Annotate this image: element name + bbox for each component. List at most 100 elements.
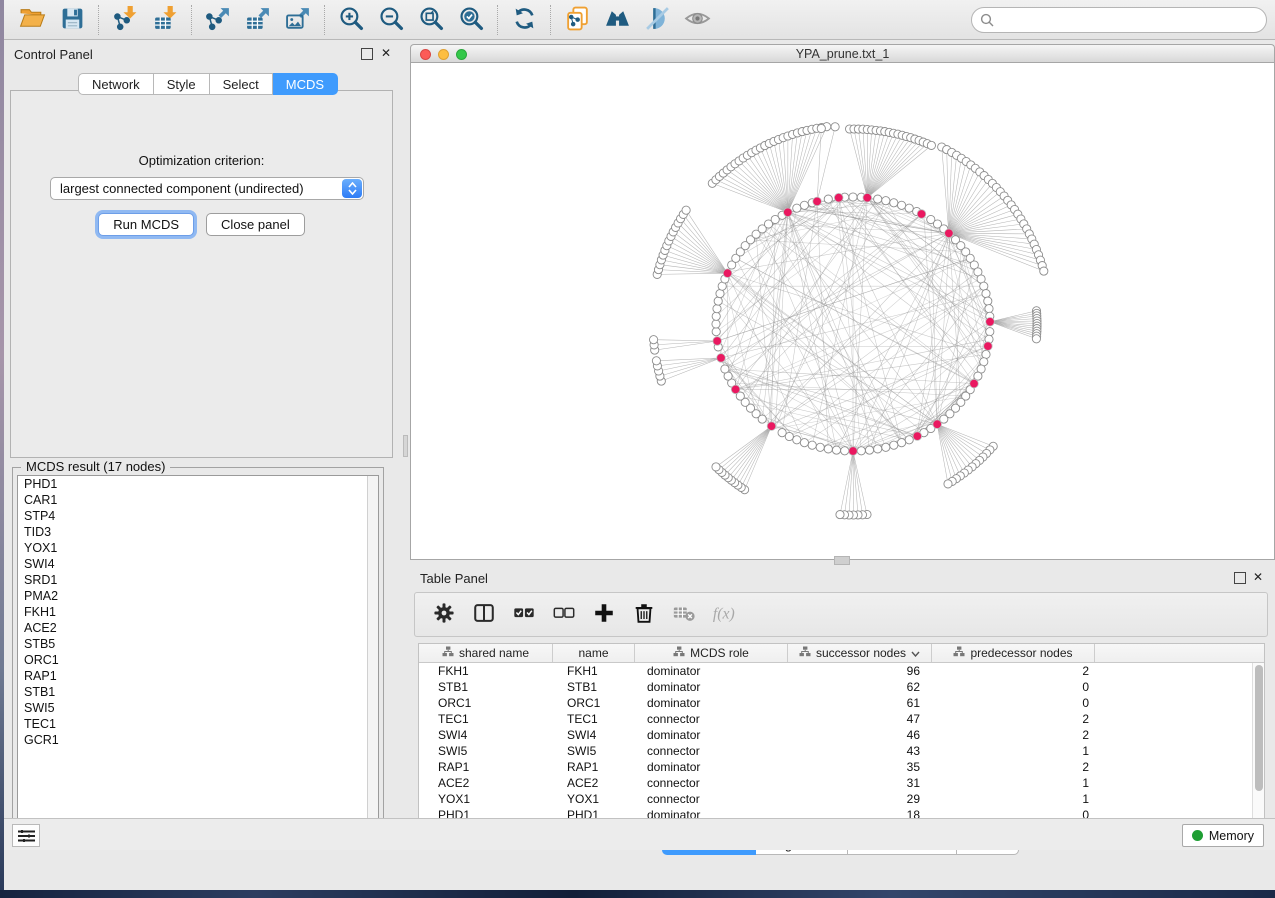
table-scrollbar-thumb[interactable]: [1255, 665, 1263, 791]
table-row[interactable]: RAP1RAP1dominator352: [419, 759, 1264, 775]
cell-name[interactable]: RAP1: [553, 759, 635, 775]
zoom-fit-button[interactable]: [411, 3, 451, 37]
cell-mcds-role[interactable]: connector: [635, 775, 788, 791]
select-all-button[interactable]: [509, 599, 539, 631]
cell-shared-name[interactable]: SWI5: [419, 743, 553, 759]
table-row[interactable]: ORC1ORC1dominator610: [419, 695, 1264, 711]
cell-name[interactable]: ORC1: [553, 695, 635, 711]
clone-network-button[interactable]: [557, 3, 597, 37]
mcds-result-item[interactable]: ACE2: [18, 620, 378, 636]
mcds-result-item[interactable]: STP4: [18, 508, 378, 524]
table-panel-float-button[interactable]: [1234, 572, 1246, 584]
panel-split-handle[interactable]: [403, 435, 408, 457]
cell-mcds-role[interactable]: connector: [635, 791, 788, 807]
cell-successor-nodes[interactable]: 96: [788, 663, 932, 679]
table-row[interactable]: STB1STB1dominator620: [419, 679, 1264, 695]
memory-button[interactable]: Memory: [1182, 824, 1264, 847]
run-mcds-button[interactable]: Run MCDS: [98, 213, 194, 236]
cell-successor-nodes[interactable]: 29: [788, 791, 932, 807]
mcds-result-item[interactable]: STB1: [18, 684, 378, 700]
delete-column-button[interactable]: [629, 599, 659, 631]
mcds-result-item[interactable]: SWI5: [18, 700, 378, 716]
optimization-criterion-select[interactable]: largest connected component (undirected): [50, 177, 364, 200]
mcds-result-item[interactable]: TEC1: [18, 716, 378, 732]
mcds-result-item[interactable]: RAP1: [18, 668, 378, 684]
cell-predecessor-nodes[interactable]: 1: [932, 791, 1095, 807]
export-image-button[interactable]: [278, 3, 318, 37]
tab-network[interactable]: Network: [78, 73, 154, 95]
cell-shared-name[interactable]: ACE2: [419, 775, 553, 791]
mcds-result-item[interactable]: SRD1: [18, 572, 378, 588]
table-row[interactable]: TEC1TEC1connector472: [419, 711, 1264, 727]
control-panel-close-button[interactable]: ✕: [380, 48, 392, 60]
mcds-result-item[interactable]: FKH1: [18, 604, 378, 620]
cell-shared-name[interactable]: SWI4: [419, 727, 553, 743]
cell-predecessor-nodes[interactable]: 2: [932, 759, 1095, 775]
cell-shared-name[interactable]: FKH1: [419, 663, 553, 679]
cell-name[interactable]: SWI5: [553, 743, 635, 759]
apply-layout-button[interactable]: [504, 3, 544, 37]
column-header-mcds-role[interactable]: MCDS role: [635, 644, 788, 662]
mcds-result-list[interactable]: PHD1CAR1STP4TID3YOX1SWI4SRD1PMA2FKH1ACE2…: [17, 475, 379, 833]
tab-style[interactable]: Style: [154, 73, 210, 95]
mcds-result-item[interactable]: CAR1: [18, 492, 378, 508]
network-window-titlebar[interactable]: YPA_prune.txt_1: [410, 44, 1275, 62]
table-scrollbar[interactable]: [1252, 663, 1264, 829]
save-session-button[interactable]: [52, 3, 92, 37]
cell-shared-name[interactable]: TEC1: [419, 711, 553, 727]
cell-mcds-role[interactable]: dominator: [635, 663, 788, 679]
column-header-name[interactable]: name: [553, 644, 635, 662]
cell-predecessor-nodes[interactable]: 1: [932, 743, 1095, 759]
table-row[interactable]: FKH1FKH1dominator962: [419, 663, 1264, 679]
toggle-panel-mode-button[interactable]: [469, 599, 499, 631]
cell-shared-name[interactable]: STB1: [419, 679, 553, 695]
cell-shared-name[interactable]: RAP1: [419, 759, 553, 775]
table-row[interactable]: SWI4SWI4dominator462: [419, 727, 1264, 743]
create-column-button[interactable]: [589, 599, 619, 631]
find-button[interactable]: [597, 3, 637, 37]
cell-successor-nodes[interactable]: 43: [788, 743, 932, 759]
mcds-result-item[interactable]: TID3: [18, 524, 378, 540]
cell-successor-nodes[interactable]: 35: [788, 759, 932, 775]
import-table-button[interactable]: [145, 3, 185, 37]
table-settings-button[interactable]: [429, 599, 459, 631]
cell-successor-nodes[interactable]: 46: [788, 727, 932, 743]
mcds-result-item[interactable]: SWI4: [18, 556, 378, 572]
table-panel-close-button[interactable]: ✕: [1252, 572, 1264, 584]
table-row[interactable]: YOX1YOX1connector291: [419, 791, 1264, 807]
cell-mcds-role[interactable]: connector: [635, 743, 788, 759]
mcds-result-scrollbar[interactable]: [367, 476, 378, 832]
column-header-successor-nodes[interactable]: successor nodes: [788, 644, 932, 662]
control-panel-float-button[interactable]: [361, 48, 373, 60]
cell-successor-nodes[interactable]: 62: [788, 679, 932, 695]
mcds-result-item[interactable]: PMA2: [18, 588, 378, 604]
tab-mcds[interactable]: MCDS: [273, 73, 338, 95]
cell-shared-name[interactable]: ORC1: [419, 695, 553, 711]
table-row[interactable]: ACE2ACE2connector311: [419, 775, 1264, 791]
cell-name[interactable]: STB1: [553, 679, 635, 695]
search-input[interactable]: [971, 7, 1267, 33]
cell-predecessor-nodes[interactable]: 1: [932, 775, 1095, 791]
cell-mcds-role[interactable]: connector: [635, 711, 788, 727]
open-session-button[interactable]: [12, 3, 52, 37]
status-menu-button[interactable]: [12, 824, 40, 847]
mcds-result-item[interactable]: STB5: [18, 636, 378, 652]
export-network-button[interactable]: [198, 3, 238, 37]
vertical-split-handle[interactable]: [834, 556, 850, 565]
export-table-button[interactable]: [238, 3, 278, 37]
column-header-shared-name[interactable]: shared name: [419, 644, 553, 662]
cell-successor-nodes[interactable]: 61: [788, 695, 932, 711]
mcds-result-item[interactable]: ORC1: [18, 652, 378, 668]
cell-name[interactable]: SWI4: [553, 727, 635, 743]
mcds-result-item[interactable]: YOX1: [18, 540, 378, 556]
cell-successor-nodes[interactable]: 47: [788, 711, 932, 727]
cell-mcds-role[interactable]: dominator: [635, 727, 788, 743]
cell-shared-name[interactable]: YOX1: [419, 791, 553, 807]
cell-mcds-role[interactable]: dominator: [635, 679, 788, 695]
cell-predecessor-nodes[interactable]: 0: [932, 679, 1095, 695]
cell-mcds-role[interactable]: dominator: [635, 759, 788, 775]
cell-name[interactable]: YOX1: [553, 791, 635, 807]
network-canvas[interactable]: [410, 62, 1275, 560]
zoom-out-button[interactable]: [371, 3, 411, 37]
cell-predecessor-nodes[interactable]: 0: [932, 695, 1095, 711]
